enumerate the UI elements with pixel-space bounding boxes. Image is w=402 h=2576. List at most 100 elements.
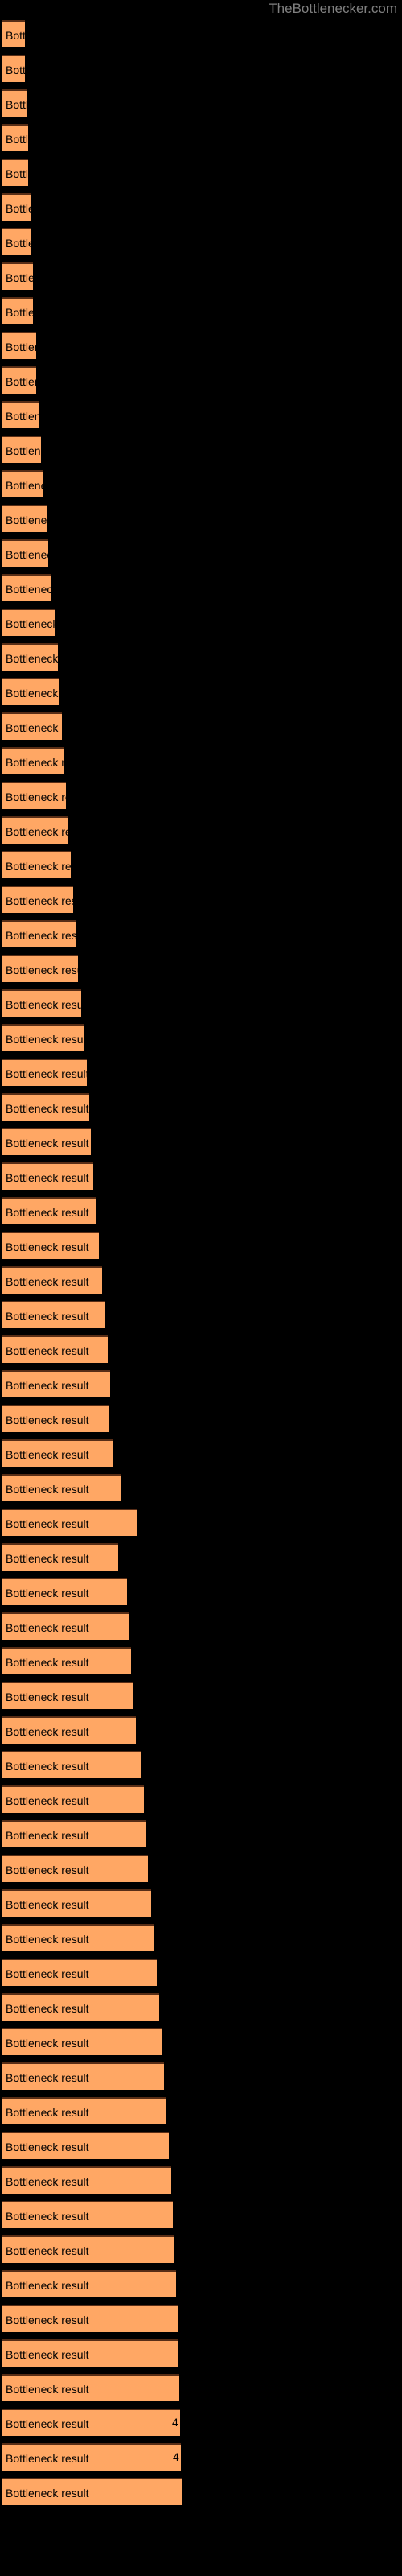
bar-label: Bottleneck result — [6, 2106, 89, 2119]
bar-segment[interactable]: Bottleneck result — [2, 1266, 102, 1294]
bar-segment[interactable]: Bottleneck result — [2, 159, 89, 186]
bar-label: Bottleneck result — [6, 652, 89, 665]
bar-label: Bottleneck result — [6, 167, 89, 180]
bar-segment[interactable]: Bottleneck result — [2, 2028, 162, 2055]
bar-segment[interactable]: Bottleneck result — [2, 228, 89, 255]
bar-label: Bottleneck result — [6, 1344, 89, 1357]
bar-label: Bottleneck result — [6, 271, 89, 284]
bar-segment[interactable]: Bottleneck result — [2, 712, 89, 740]
bar-segment[interactable]: Bottleneck result — [2, 2339, 178, 2367]
bar-segment[interactable]: Bottleneck result — [2, 678, 89, 705]
bar-segment[interactable]: Bottleneck result — [2, 2305, 178, 2332]
bar-segment[interactable]: Bottleneck result — [2, 2374, 179, 2401]
bar-label: Bottleneck result — [6, 1967, 89, 1980]
bottleneck-chart-page: Bottleneck result Bottleneck result Bottle… — [0, 0, 402, 2576]
bar-label: Bottleneck result — [6, 721, 89, 734]
bar-segment[interactable]: Bottleneck result — [2, 1059, 89, 1086]
bar-label: Bottleneck result — [6, 2175, 89, 2188]
bar-segment[interactable]: Bottleneck result — [2, 1439, 113, 1467]
bar-segment[interactable]: Bottleneck result — [2, 193, 89, 221]
bar-segment[interactable]: Bottleneck result — [2, 2409, 180, 2436]
bar-segment[interactable]: Bottleneck result — [2, 1509, 137, 1536]
bar-segment[interactable]: Bottleneck result — [2, 1197, 96, 1224]
bar-segment[interactable]: Bottleneck result — [2, 1474, 121, 1501]
bar-label: Bottleneck result — [6, 791, 89, 803]
bar-segment[interactable]: Bottleneck result — [2, 1820, 146, 1847]
bar-segment[interactable]: Bottleneck result — [2, 1024, 89, 1051]
bar-segment[interactable]: Bottleneck result — [2, 1889, 151, 1917]
bar-segment[interactable]: Bottleneck result — [2, 1543, 118, 1571]
bar-segment[interactable]: Bottleneck result — [2, 2201, 173, 2228]
bar-label: Bottleneck result — [6, 1760, 89, 1773]
bar-label: Bottleneck result — [6, 2279, 89, 2292]
horizontal-bar-chart-plot: Bottleneck result Bottleneck result Bottle… — [0, 0, 402, 2576]
bar-segment[interactable]: Bottleneck result — [2, 920, 89, 947]
bar-label: Bottleneck result — [6, 756, 89, 769]
bar-segment[interactable]: Bottleneck result — [2, 1682, 133, 1709]
bar-segment[interactable]: Bottleneck result — [2, 2270, 176, 2297]
bar-label: Bottleneck result — [6, 2140, 89, 2153]
bar-segment[interactable]: Bottleneck result — [2, 1993, 159, 2021]
bar-label: Bottleneck result — [6, 514, 89, 526]
bar-segment[interactable]: Bottleneck result — [2, 124, 89, 151]
bar-segment[interactable]: Bottleneck result — [2, 1162, 93, 1190]
bar-segment[interactable]: Bottleneck result — [2, 989, 89, 1017]
chart-clip-region: Bottleneck result Bottleneck result Bottle… — [0, 0, 402, 2576]
bar-segment[interactable]: Bottleneck result — [2, 2478, 182, 2505]
bar-label: Bottleneck result — [6, 1414, 89, 1426]
bar-segment[interactable]: Bottleneck result — [2, 2166, 171, 2194]
bar-segment[interactable]: Bottleneck result — [2, 55, 89, 82]
bar-label: Bottleneck result — [6, 2452, 89, 2465]
bar-segment[interactable]: Bottleneck result — [2, 782, 89, 809]
bar-segment[interactable]: Bottleneck result — [2, 401, 89, 428]
bar-label: Bottleneck result — [6, 98, 89, 111]
bar-segment[interactable]: Bottleneck result — [2, 436, 89, 463]
bar-label: Bottleneck result — [6, 1137, 89, 1150]
bar-segment[interactable]: Bottleneck result — [2, 1716, 136, 1744]
bar-segment[interactable]: Bottleneck result — [2, 1785, 144, 1813]
bar-segment[interactable]: Bottleneck result — [2, 2062, 164, 2090]
bar-segment[interactable]: Bottleneck result — [2, 1578, 127, 1605]
bar-segment[interactable]: Bottleneck result — [2, 1335, 108, 1363]
bar-segment[interactable]: Bottleneck result — [2, 955, 89, 982]
bar-segment[interactable]: Bottleneck result — [2, 1370, 110, 1397]
bar-label: Bottleneck result — [6, 237, 89, 250]
bar-segment[interactable]: Bottleneck result — [2, 2235, 174, 2263]
bar-segment[interactable]: Bottleneck result — [2, 1093, 89, 1121]
bar-segment[interactable]: Bottleneck result — [2, 1232, 99, 1259]
bar-label: Bottleneck result — [6, 1483, 89, 1496]
bar-segment[interactable]: Bottleneck result — [2, 1924, 154, 1951]
bar-label: Bottleneck result — [6, 1690, 89, 1703]
bar-label: Bottleneck result — [6, 2417, 89, 2430]
bar-segment[interactable]: Bottleneck result — [2, 366, 89, 394]
bar-segment[interactable]: Bottleneck result — [2, 20, 89, 47]
bar-segment[interactable]: Bottleneck result — [2, 505, 89, 532]
bar-segment[interactable]: Bottleneck result — [2, 539, 89, 567]
bar-segment[interactable]: Bottleneck result — [2, 886, 89, 913]
bar-segment[interactable]: Bottleneck result — [2, 816, 89, 844]
bar-segment[interactable]: Bottleneck result — [2, 1855, 148, 1882]
bar-segment[interactable]: Bottleneck result — [2, 643, 89, 671]
bar-segment[interactable]: Bottleneck result — [2, 470, 89, 497]
bar-segment[interactable]: Bottleneck result — [2, 332, 89, 359]
bar-segment[interactable]: Bottleneck result — [2, 2097, 166, 2124]
bar-segment[interactable]: Bottleneck result — [2, 262, 89, 290]
bar-segment[interactable]: Bottleneck result — [2, 747, 89, 774]
bar-label: Bottleneck result — [6, 1379, 89, 1392]
bar-segment[interactable]: Bottleneck result — [2, 851, 89, 878]
bar-segment[interactable]: Bottleneck result — [2, 2443, 181, 2471]
bar-segment[interactable]: Bottleneck result — [2, 1647, 131, 1674]
bar-label: Bottleneck result — [6, 1206, 89, 1219]
bar-segment[interactable]: Bottleneck result — [2, 1612, 129, 1640]
bar-segment[interactable]: Bottleneck result — [2, 1751, 141, 1778]
bar-segment[interactable]: Bottleneck result — [2, 89, 89, 117]
bar-segment[interactable]: Bottleneck result — [2, 1301, 105, 1328]
bar-segment[interactable]: Bottleneck result — [2, 609, 89, 636]
bar-segment[interactable]: Bottleneck result — [2, 1405, 109, 1432]
bar-segment[interactable]: Bottleneck result — [2, 2132, 169, 2159]
bar-segment[interactable]: Bottleneck result — [2, 297, 89, 324]
bar-segment[interactable]: Bottleneck result — [2, 574, 89, 601]
bar-segment[interactable]: Bottleneck result — [2, 1128, 91, 1155]
bar-segment[interactable]: Bottleneck result — [2, 1959, 157, 1986]
bar-label: Bottleneck result — [6, 825, 89, 838]
